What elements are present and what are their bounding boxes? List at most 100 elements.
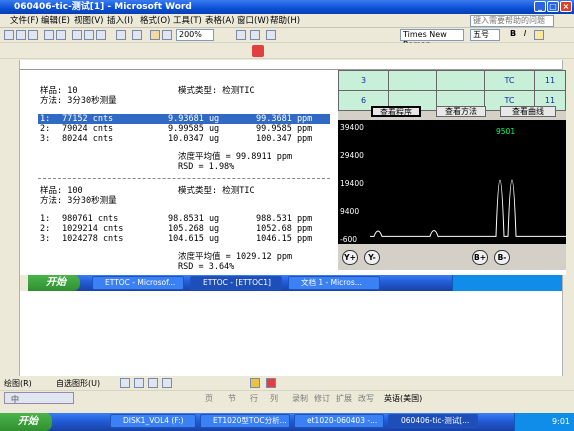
s1-mode: 模式类型: 检测TIC <box>178 86 255 96</box>
cut-icon[interactable] <box>72 30 82 40</box>
border-icon[interactable] <box>250 30 260 40</box>
view-method-button[interactable]: 查看方法 <box>436 106 486 117</box>
autoshape-menu[interactable]: 自选图形(U) <box>56 378 100 389</box>
b-minus-button[interactable]: B- <box>494 250 510 265</box>
preview-icon[interactable] <box>56 30 66 40</box>
menu-window[interactable]: 窗口(W) <box>237 15 269 27</box>
status-pos: 行 <box>250 394 258 403</box>
draw-table-icon[interactable] <box>236 30 246 40</box>
help-search-input[interactable]: 键入需要帮助的问题 <box>470 15 554 27</box>
horizontal-ruler <box>20 60 562 70</box>
zoom-select[interactable]: 200% <box>176 29 214 41</box>
s2-rsd: RSD = 3.64% <box>178 262 235 272</box>
task-et1020-doc[interactable]: et1020-060403 -... <box>294 414 384 428</box>
menu-insert[interactable]: 插入(I) <box>107 15 133 27</box>
undo-icon[interactable] <box>116 30 126 40</box>
columns-icon[interactable] <box>162 30 172 40</box>
inner-start-label: 开始 <box>46 277 66 288</box>
print-icon[interactable] <box>44 30 54 40</box>
s2-row3-n: 3: <box>40 234 51 244</box>
s2-row2-ppm: 1052.68 ppm <box>256 224 313 234</box>
document-page[interactable]: 样品: 10 模式类型: 检测TIC 方法: 3分30秒测量 1: 77152 … <box>20 70 566 275</box>
y-minus-button[interactable]: Y- <box>364 250 380 265</box>
open-icon[interactable] <box>16 30 26 40</box>
y-plus-button[interactable]: Y+ <box>342 250 358 265</box>
save-icon[interactable] <box>28 30 38 40</box>
s2-row3-ug: 104.615 ug <box>168 234 220 244</box>
minimize-button[interactable]: _ <box>534 1 546 12</box>
paste-icon[interactable] <box>96 30 106 40</box>
y-tick-label: 19400 <box>340 179 364 188</box>
warning-icon[interactable] <box>252 45 264 57</box>
ime-mode: 中 <box>11 395 19 404</box>
grid-cell <box>436 70 485 91</box>
plot-svg: 39400 29400 19400 9400 -600 9501 <box>340 123 566 244</box>
bold-button[interactable]: B <box>508 30 518 40</box>
task-disk1[interactable]: DISK1_VOL4 (F:) <box>110 414 196 428</box>
oval-icon[interactable] <box>162 378 172 388</box>
s2-mode: 模式类型: 检测TIC <box>178 186 255 196</box>
y-tick-label: -600 <box>340 235 357 244</box>
draw-menu[interactable]: 绘图(R) <box>4 378 32 389</box>
divider <box>38 178 330 179</box>
align-icon[interactable] <box>534 30 544 40</box>
line-icon[interactable] <box>120 378 130 388</box>
inner-task-doc1[interactable]: 文档 1 - Micros... <box>288 276 380 290</box>
chromatogram-plot: 39400 29400 19400 9400 -600 9501 <box>338 120 566 244</box>
task-et1020[interactable]: ET1020型TOC分析... <box>200 414 290 428</box>
s1-rsd: RSD = 1.98% <box>178 162 235 172</box>
menu-view[interactable]: 视图(V) <box>74 15 103 27</box>
inner-task-ettoc-word[interactable]: ETTOC - Microsof... <box>92 276 184 290</box>
menu-tools[interactable]: 工具(T) <box>173 15 202 27</box>
menu-file[interactable]: 文件(F) <box>10 15 39 27</box>
s1-row1-ug: 9.93681 ug <box>168 114 220 124</box>
italic-button[interactable]: I <box>520 30 530 40</box>
grid-cell: 3 <box>338 70 389 91</box>
s1-average: 浓度平均值 = 99.8911 ppm <box>178 152 293 162</box>
status-ext: 扩展 <box>336 394 352 403</box>
menu-help[interactable]: 帮助(H) <box>270 15 300 27</box>
inner-start-button[interactable]: 开始 <box>28 275 80 291</box>
grid-row[interactable]: 3 TC 11 <box>338 70 566 91</box>
status-language: 英语(美国) <box>384 394 423 403</box>
new-icon[interactable] <box>4 30 14 40</box>
os-taskbar: 开始 DISK1_VOL4 (F:) ET1020型TOC分析... et102… <box>0 413 574 431</box>
arrow-icon[interactable] <box>134 378 144 388</box>
vertical-ruler <box>0 60 20 376</box>
signal-line <box>370 179 566 237</box>
s2-sample: 样品: 100 <box>40 186 83 196</box>
menu-bar: 文件(F) 编辑(E) 视图(V) 插入(I) 格式(O) 工具(T) 表格(A… <box>0 14 574 28</box>
maximize-button[interactable]: □ <box>547 1 559 12</box>
font-color-icon[interactable] <box>266 378 276 388</box>
view-curve-button[interactable]: 查看曲线 <box>500 106 556 117</box>
close-button[interactable]: × <box>560 1 572 12</box>
rectangle-icon[interactable] <box>148 378 158 388</box>
s1-row1-ppm: 99.3681 ppm <box>256 114 313 124</box>
menu-format[interactable]: 格式(O) <box>140 15 170 27</box>
status-section: 节 <box>228 394 236 403</box>
s2-row3-ppm: 1046.15 ppm <box>256 234 313 244</box>
inner-task-ettoc-app[interactable]: ETTOC - [ETTOC1] <box>190 276 282 290</box>
ime-bar[interactable]: 中 <box>4 392 74 404</box>
inner-tray <box>452 275 562 291</box>
view-program-button[interactable]: 查看程序 <box>371 106 421 117</box>
fill-color-icon[interactable] <box>250 378 260 388</box>
window-title: 060406-tic-测试[1] - Microsoft Word <box>14 2 192 12</box>
menu-table[interactable]: 表格(A) <box>205 15 234 27</box>
menu-edit[interactable]: 编辑(E) <box>41 15 70 27</box>
table-icon[interactable] <box>150 30 160 40</box>
redo-icon[interactable] <box>132 30 142 40</box>
font-select[interactable]: Times New Roman <box>400 29 464 49</box>
s1-row1-cnts: 77152 cnts <box>62 114 114 124</box>
document-blank-area[interactable] <box>20 291 562 376</box>
copy-icon[interactable] <box>84 30 94 40</box>
clock: 9:01 <box>552 417 570 426</box>
status-ovr: 改写 <box>358 394 374 403</box>
task-current-doc[interactable]: 060406-tic-测试[... <box>388 414 478 428</box>
s1-row3-cnts: 80244 cnts <box>62 134 114 144</box>
highlight-icon[interactable] <box>266 30 276 40</box>
standard-toolbar: 200% Times New Roman 五号 B I <box>0 28 574 49</box>
start-button[interactable]: 开始 <box>0 413 52 431</box>
size-select[interactable]: 五号 <box>470 29 500 41</box>
b-plus-button[interactable]: B+ <box>472 250 488 265</box>
